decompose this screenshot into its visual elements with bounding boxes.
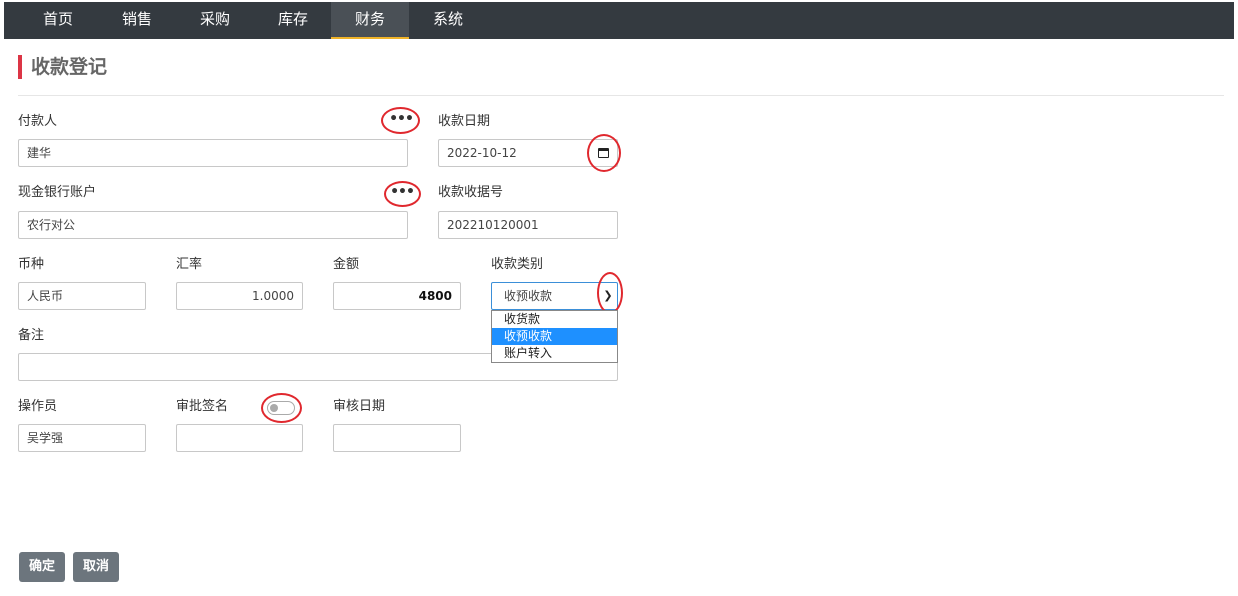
amount-label: 金额 <box>333 257 360 272</box>
operator-label: 操作员 <box>18 399 58 414</box>
approval-input[interactable] <box>176 424 303 452</box>
receipt-no-label: 收款收据号 <box>438 185 504 200</box>
nav-item-sales[interactable]: 销售 <box>98 2 176 39</box>
nav-item-home[interactable]: 首页 <box>18 2 98 39</box>
category-label: 收款类别 <box>491 257 544 272</box>
category-option-transfer[interactable]: 账户转入 <box>492 345 617 362</box>
nav-item-finance[interactable]: 财务 <box>331 2 409 39</box>
category-option-prepaid[interactable]: 收预收款 <box>492 328 617 345</box>
nav-item-system[interactable]: 系统 <box>409 2 487 39</box>
title-divider <box>18 95 1224 96</box>
confirm-button[interactable]: 确定 <box>19 552 65 582</box>
nav-item-inventory[interactable]: 库存 <box>254 2 332 39</box>
annotation-ring <box>381 107 420 134</box>
bank-account-label: 现金银行账户 <box>18 185 97 200</box>
annotation-ring <box>384 181 421 207</box>
currency-input[interactable]: 人民币 <box>18 282 146 310</box>
approval-label: 审批签名 <box>176 399 229 414</box>
operator-input[interactable]: 吴学强 <box>18 424 146 452</box>
annotation-ring <box>597 272 623 314</box>
page-title: 收款登记 <box>18 55 107 79</box>
annotation-ring <box>261 393 302 423</box>
review-date-label: 审核日期 <box>333 399 386 414</box>
rate-label: 汇率 <box>176 257 203 272</box>
annotation-ring <box>587 134 621 172</box>
category-option-goods[interactable]: 收货款 <box>492 311 617 328</box>
payer-input[interactable]: 建华 <box>18 139 408 167</box>
category-dropdown-list: 收货款 收预收款 账户转入 <box>491 310 618 363</box>
bank-account-input[interactable]: 农行对公 <box>18 211 408 239</box>
receipt-no-input[interactable]: 202210120001 <box>438 211 618 239</box>
payer-label: 付款人 <box>18 114 58 129</box>
review-date-input[interactable] <box>333 424 461 452</box>
note-label: 备注 <box>18 328 45 343</box>
amount-input[interactable]: 4800 <box>333 282 461 310</box>
cancel-button[interactable]: 取消 <box>73 552 119 582</box>
currency-label: 币种 <box>18 257 45 272</box>
receipt-date-label: 收款日期 <box>438 114 491 129</box>
rate-input[interactable]: 1.0000 <box>176 282 303 310</box>
top-nav: 首页 销售 采购 库存 财务 系统 <box>4 2 1234 39</box>
nav-item-purchase[interactable]: 采购 <box>176 2 254 39</box>
